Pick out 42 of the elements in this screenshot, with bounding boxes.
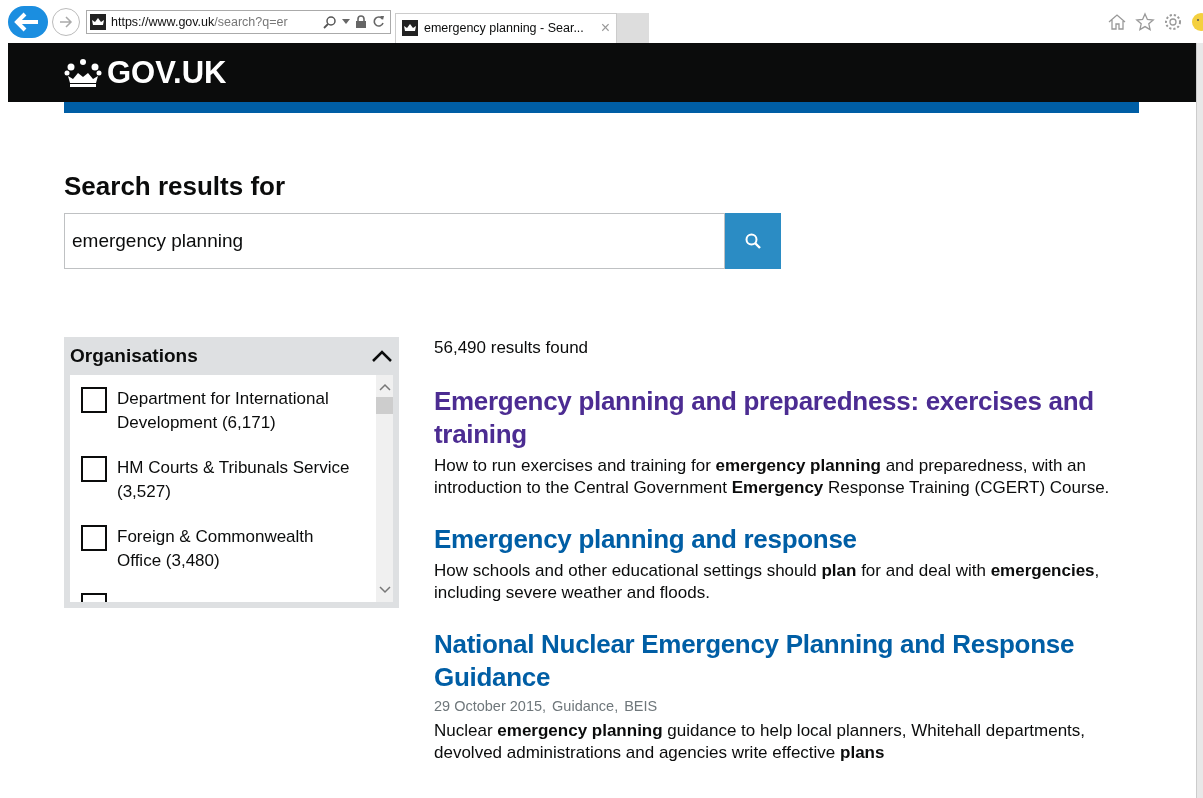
scroll-thumb[interactable]	[376, 397, 393, 414]
dropdown-icon[interactable]	[342, 19, 350, 24]
forward-button[interactable]	[52, 7, 80, 36]
address-bar[interactable]: https://www.gov.uk/search?q=er	[86, 9, 391, 34]
search-icon	[744, 232, 762, 250]
back-button[interactable]	[8, 5, 48, 38]
result-link[interactable]: National Nuclear Emergency Planning and Response Guidance	[434, 628, 1124, 694]
checkbox[interactable]	[81, 387, 107, 413]
scrollbar[interactable]	[376, 375, 393, 602]
search-icon[interactable]	[323, 14, 337, 29]
lock-icon	[355, 15, 367, 28]
page-scrollbar[interactable]	[1196, 43, 1203, 798]
crown-icon	[90, 13, 106, 30]
crown-icon	[402, 20, 418, 36]
scroll-down-icon[interactable]	[378, 586, 391, 594]
results-count: 56,490 results found	[434, 337, 590, 359]
result-metadata: BEIS	[624, 698, 658, 714]
result-description: Nuclear emergency planning guidance to help local planners, Whitehall departments, devolved administrations and agencies write effective plans	[434, 720, 1087, 764]
result-description: How to run exercises and training for emergency planning and preparedness, with an introduction to the Central Government Emergency Response Training (CGERT) Course.	[434, 455, 1111, 499]
search-field[interactable]: emergency planning	[64, 213, 725, 269]
result-link[interactable]: Emergency planning and preparedness: exercises and training	[434, 385, 1124, 451]
result-description: How schools and other educational settings should plan for and deal with emergencies, including severe weather and floods.	[434, 560, 1101, 604]
crown-icon	[64, 57, 102, 88]
filter-option-label[interactable]: Foreign & Commonwealth Office (3,480)	[117, 525, 362, 573]
checkbox[interactable]	[81, 525, 107, 551]
settings-icon[interactable]	[1163, 11, 1183, 32]
checkbox[interactable]	[81, 456, 107, 482]
search-heading: Search results for	[64, 171, 287, 201]
refresh-icon[interactable]	[372, 15, 385, 28]
scroll-up-icon[interactable]	[378, 383, 391, 391]
filter-header[interactable]: Organisations	[70, 337, 393, 375]
search-button[interactable]	[725, 213, 781, 269]
filter-option-label[interactable]: Department for International Development (6,171)	[117, 387, 362, 435]
browser-tab[interactable]: emergency planning - Sear... ×	[395, 12, 617, 43]
result-metadata: Guidance,	[552, 698, 619, 714]
filter-option-label[interactable]: HM Courts & Tribunals Service (3,527)	[117, 456, 362, 504]
star-icon[interactable]	[1135, 11, 1155, 32]
result-link[interactable]: Emergency planning and response	[434, 523, 1124, 556]
result-metadata: 29 October 2015,	[434, 698, 547, 714]
filter-title: Organisations	[70, 345, 198, 367]
site-logo[interactable]: GOV.UK	[107, 54, 227, 91]
chevron-icon[interactable]	[371, 349, 393, 363]
